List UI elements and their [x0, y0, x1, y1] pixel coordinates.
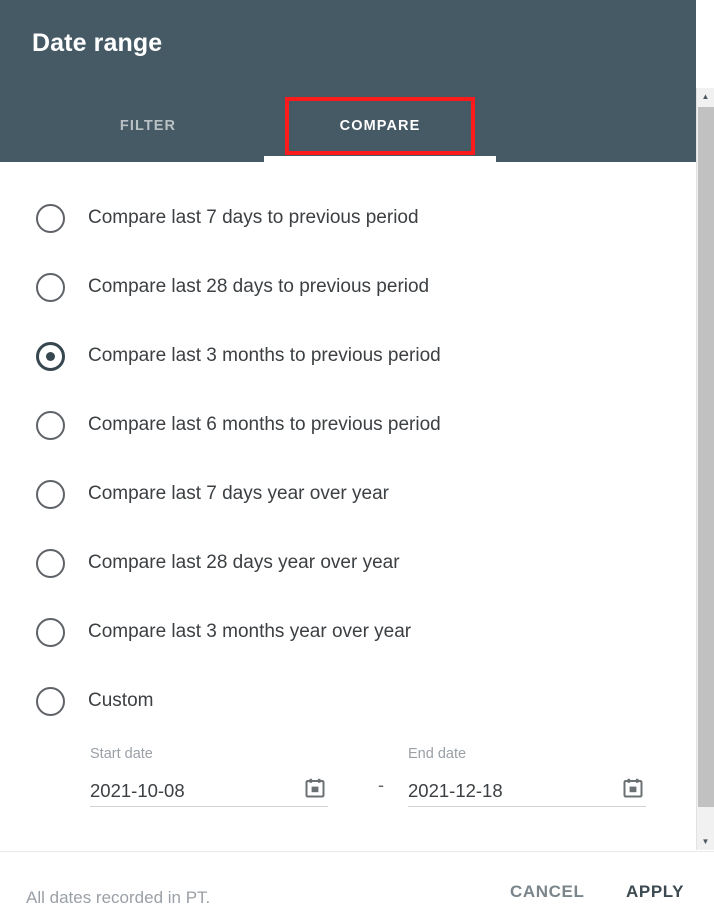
dialog-footer: All dates recorded in PT. CANCEL APPLY — [0, 851, 714, 924]
radio-icon[interactable] — [36, 203, 65, 233]
date-range-separator: - — [378, 775, 384, 795]
option-compare-last-28-days-previous-period[interactable]: Compare last 28 days to previous period — [36, 269, 429, 305]
scroll-up-arrow-icon[interactable]: ▲ — [697, 88, 714, 105]
option-custom[interactable]: Custom — [36, 683, 153, 719]
end-date-inputline[interactable]: 2021-12-18 — [408, 775, 646, 807]
calendar-icon[interactable] — [304, 777, 326, 799]
option-label: Compare last 28 days year over year — [88, 552, 400, 573]
calendar-icon[interactable] — [622, 777, 644, 799]
option-compare-last-3-months-year-over-year[interactable]: Compare last 3 months year over year — [36, 614, 411, 650]
option-label: Compare last 7 days year over year — [88, 483, 389, 504]
radio-icon[interactable] — [36, 548, 65, 578]
end-date-label: End date — [408, 746, 467, 762]
tab-compare[interactable]: COMPARE — [264, 97, 496, 155]
end-date-field: End date 2021-12-18 — [408, 745, 646, 807]
option-compare-last-28-days-year-over-year[interactable]: Compare last 28 days year over year — [36, 545, 400, 581]
option-compare-last-6-months-previous-period[interactable]: Compare last 6 months to previous period — [36, 407, 441, 443]
tab-bar: FILTER COMPARE — [32, 97, 496, 155]
tab-filter[interactable]: FILTER — [32, 97, 264, 155]
option-label: Compare last 3 months year over year — [88, 621, 412, 642]
option-label: Compare last 7 days to previous period — [88, 207, 419, 228]
date-range-dialog: Date range FILTER COMPARE Compare last 7… — [0, 0, 714, 924]
option-compare-last-7-days-year-over-year[interactable]: Compare last 7 days year over year — [36, 476, 389, 512]
scroll-down-arrow-icon[interactable]: ▼ — [697, 833, 714, 850]
page-title: Date range — [32, 29, 163, 57]
option-compare-last-3-months-previous-period[interactable]: Compare last 3 months to previous period — [36, 338, 441, 374]
custom-date-range-row: Start date 2021-10-08 - End date 2021-12… — [90, 745, 670, 811]
compare-options-panel: Compare last 7 days to previous period C… — [0, 162, 696, 850]
apply-button[interactable]: APPLY — [626, 882, 684, 902]
cancel-button[interactable]: CANCEL — [510, 882, 584, 902]
option-compare-last-7-days-previous-period[interactable]: Compare last 7 days to previous period — [36, 200, 419, 236]
scrollbar-thumb[interactable] — [698, 107, 714, 807]
option-label: Compare last 3 months to previous period — [88, 345, 441, 366]
end-date-value: 2021-12-18 — [408, 779, 503, 801]
radio-icon[interactable] — [36, 686, 65, 716]
start-date-value: 2021-10-08 — [90, 779, 185, 801]
timezone-note: All dates recorded in PT. — [26, 888, 211, 907]
dialog-header: Date range FILTER COMPARE — [0, 0, 696, 162]
radio-icon[interactable] — [36, 617, 65, 647]
start-date-field: Start date 2021-10-08 — [90, 745, 328, 807]
option-label: Custom — [88, 690, 154, 711]
start-date-label: Start date — [90, 746, 153, 762]
radio-selected-icon[interactable] — [36, 341, 65, 371]
radio-icon[interactable] — [36, 410, 65, 440]
option-label: Compare last 6 months to previous period — [88, 414, 441, 435]
radio-icon[interactable] — [36, 479, 65, 509]
radio-icon[interactable] — [36, 272, 65, 302]
start-date-inputline[interactable]: 2021-10-08 — [90, 775, 328, 807]
vertical-scrollbar[interactable]: ▲ ▼ — [696, 88, 714, 850]
option-label: Compare last 28 days to previous period — [88, 276, 430, 297]
